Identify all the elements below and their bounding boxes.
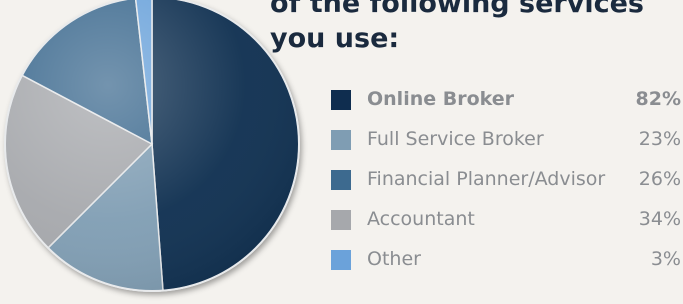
chart-heading: of the following services you use: <box>270 0 680 56</box>
legend-item-full-service-broker: Full Service Broker 23% <box>331 124 681 164</box>
legend-label: Financial Planner/Advisor <box>367 168 606 190</box>
heading-line-1: of the following services <box>270 0 644 19</box>
legend-label: Online Broker <box>367 88 515 110</box>
legend-label: Full Service Broker <box>367 128 544 150</box>
legend-item-online-broker: Online Broker 82% <box>331 84 681 124</box>
legend-item-other: Other 3% <box>331 244 681 284</box>
legend-item-accountant: Accountant 34% <box>331 204 681 244</box>
heading-line-2: you use: <box>270 23 400 54</box>
legend-swatch <box>331 170 351 190</box>
legend-value: 26% <box>638 168 681 190</box>
pie-highlight <box>5 0 299 291</box>
legend-value: 34% <box>638 208 681 230</box>
legend-swatch <box>331 90 351 110</box>
legend-swatch <box>331 210 351 230</box>
pie-chart <box>0 0 310 304</box>
legend-value: 3% <box>650 248 681 270</box>
legend: Online Broker 82% Full Service Broker 23… <box>331 84 681 284</box>
legend-item-financial-planner: Financial Planner/Advisor 26% <box>331 164 681 204</box>
legend-value: 82% <box>635 88 681 110</box>
pie-svg <box>4 0 300 292</box>
legend-value: 23% <box>638 128 681 150</box>
legend-swatch <box>331 250 351 270</box>
legend-label: Accountant <box>367 208 475 230</box>
legend-swatch <box>331 130 351 150</box>
chart-stage: of the following services you use: Onlin… <box>0 0 683 304</box>
legend-label: Other <box>367 248 421 270</box>
